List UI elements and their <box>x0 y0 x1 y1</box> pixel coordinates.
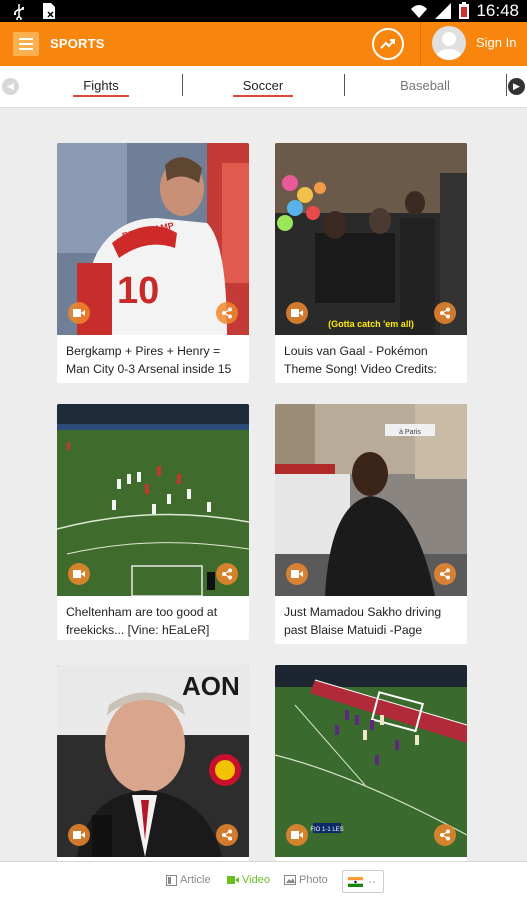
sign-in-link[interactable]: Sign In <box>476 35 516 50</box>
menu-icon[interactable] <box>13 32 39 56</box>
overlay-caption: (Gotta catch 'em all) <box>328 319 414 329</box>
tab-video[interactable]: Video <box>227 874 270 886</box>
video-icon <box>68 563 90 585</box>
video-icon <box>286 563 308 585</box>
usb-icon <box>14 4 24 20</box>
chevron-left-icon[interactable]: ◀ <box>2 78 19 95</box>
share-icon[interactable] <box>216 302 238 324</box>
trending-icon[interactable] <box>372 28 404 60</box>
video-thumbnail[interactable]: AON <box>57 665 249 857</box>
tab-article[interactable]: Article <box>166 874 211 886</box>
card-caption[interactable]: Louis van Gaal - Pokémon Theme Song! Vid… <box>284 342 462 380</box>
article-icon <box>166 874 177 886</box>
street-sign: à Paris <box>399 429 421 436</box>
signal-icon <box>435 3 452 19</box>
category-tabs: ◀ Fights Soccer Baseball ▶ <box>0 66 527 108</box>
card-caption[interactable]: Cheltenham are too good at freekicks... … <box>66 603 244 640</box>
appbar-divider <box>420 22 421 66</box>
share-icon[interactable] <box>216 563 238 585</box>
wifi-icon <box>411 5 428 18</box>
video-card[interactable]: FIO 1-1 LES <box>275 665 467 861</box>
video-card[interactable]: (Gotta catch 'em all) Louis van Gaal - P… <box>275 143 467 383</box>
share-icon[interactable] <box>434 824 456 846</box>
video-icon <box>286 302 308 324</box>
video-card[interactable]: AON <box>57 665 249 861</box>
clock: 16:48 <box>476 1 519 20</box>
sponsor-text: AON <box>182 671 240 701</box>
video-icon <box>68 302 90 324</box>
language-selector[interactable] <box>342 870 384 893</box>
video-icon <box>286 824 308 846</box>
card-caption[interactable]: Just Mamadou Sakho driving past Blaise M… <box>284 603 462 641</box>
video-icon <box>227 876 239 884</box>
tab-separator <box>506 74 507 96</box>
tab-fights[interactable]: Fights <box>20 66 182 108</box>
scoreboard: FIO 1-1 LES <box>310 827 343 833</box>
page-title: SPORTS <box>50 36 105 51</box>
tab-photo[interactable]: Photo <box>284 874 328 886</box>
share-icon[interactable] <box>216 824 238 846</box>
battery-icon <box>459 2 470 19</box>
share-icon[interactable] <box>434 302 456 324</box>
video-thumbnail[interactable]: (Gotta catch 'em all) <box>275 143 467 335</box>
jersey-number: 10 <box>117 270 159 312</box>
video-card[interactable]: 10 BERGKAMP Bergkamp + Pires + Henry = M… <box>57 143 249 383</box>
video-thumbnail[interactable]: à Paris <box>275 404 467 596</box>
tab-baseball[interactable]: Baseball <box>344 66 506 108</box>
card-caption[interactable]: Bergkamp + Pires + Henry = Man City 0-3 … <box>66 342 244 380</box>
video-thumbnail[interactable]: FIO 1-1 LES <box>275 665 467 857</box>
flag-india-icon <box>348 876 363 887</box>
chevron-right-icon[interactable]: ▶ <box>508 78 525 95</box>
video-thumbnail[interactable]: 10 BERGKAMP <box>57 143 249 335</box>
avatar-icon[interactable] <box>432 26 466 60</box>
more-dots-icon <box>369 880 375 883</box>
photo-icon <box>284 875 296 885</box>
video-thumbnail[interactable] <box>57 404 249 596</box>
video-card[interactable]: Cheltenham are too good at freekicks... … <box>57 404 249 640</box>
status-bar: 16:48 <box>0 0 527 22</box>
share-icon[interactable] <box>434 563 456 585</box>
tab-soccer[interactable]: Soccer <box>182 66 344 108</box>
video-icon <box>68 824 90 846</box>
content-type-bar: Article Video Photo <box>0 861 527 900</box>
sim-icon <box>43 3 55 19</box>
app-bar: SPORTS Sign In <box>0 22 527 66</box>
video-card[interactable]: à Paris Just Mamadou Sakho driving past … <box>275 404 467 644</box>
